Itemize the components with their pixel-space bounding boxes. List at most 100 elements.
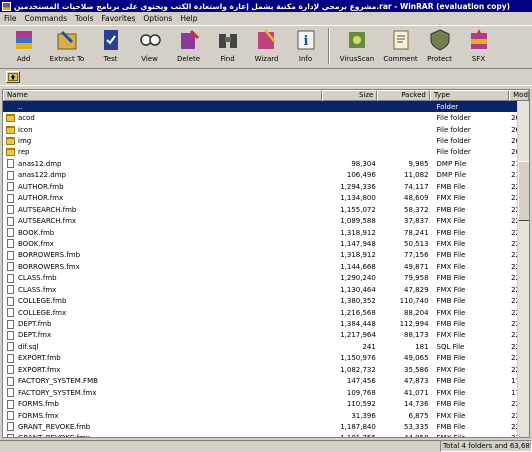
folder-row[interactable]: iconFile folder26/1 (3, 124, 529, 135)
column-header-type[interactable]: Type (429, 90, 510, 101)
file-name: EXPORT.fmb (18, 354, 61, 363)
folder-row[interactable]: acodFile folder26/1 (3, 112, 529, 123)
file-row[interactable]: BORROWERS.fmx1,144,66849,871FMX File22/0 (3, 261, 529, 272)
file-packed-size: 14,736 (404, 400, 429, 409)
file-name-cell: AUTHOR.fmb (3, 182, 323, 192)
file-name: FORMS.fmb (18, 400, 59, 409)
parent-folder-row[interactable]: .. Folder (3, 101, 529, 113)
file-packed-size: 48,609 (404, 194, 429, 203)
file-size: 1,380,352 (340, 297, 376, 306)
file-type: FMB File (436, 297, 466, 306)
menu-item-tools[interactable]: Tools (71, 14, 97, 23)
folder-row[interactable]: repFile folder26/1 (3, 147, 529, 158)
file-packed-size: 74,117 (404, 182, 429, 191)
info-icon: i (294, 28, 318, 52)
menu-item-commands[interactable]: Commands (21, 14, 71, 23)
file-row[interactable]: COLLEGE.fmb1,380,352110,740FMB File22/0 (3, 295, 529, 306)
file-packed-size: 79,958 (404, 274, 429, 283)
file-type: FMX File (436, 388, 466, 397)
file-row[interactable]: AUTSEARCH.fmb1,155,07258,372FMB File22/0 (3, 204, 529, 215)
file-size: 1,294,336 (340, 182, 376, 191)
file-size: 98,304 (351, 159, 376, 168)
folder-icon (6, 148, 15, 157)
extract-to-button[interactable]: Extract To (43, 26, 91, 66)
find-button[interactable]: Find (208, 26, 247, 66)
file-row[interactable]: FORMS.fmx31,3966,875FMX File22/0 (3, 410, 529, 421)
file-row[interactable]: AUTHOR.fmx1,134,80048,609FMX File22/0 (3, 193, 529, 204)
file-name: BOOK.fmx (18, 239, 54, 248)
file-row[interactable]: FACTORY_SYSTEM.fmx109,76841,071FMX File1… (3, 387, 529, 398)
file-name: AUTHOR.fmx (18, 194, 64, 203)
file-row[interactable]: dif.sql241181SQL File22/0 (3, 341, 529, 352)
file-name-cell: acod (3, 114, 323, 123)
file-packed-size: 50,513 (404, 239, 429, 248)
file-row[interactable]: BOOK.fmb1,318,91278,241FMB File22/0 (3, 227, 529, 238)
file-icon (7, 216, 14, 226)
up-one-level-button[interactable] (6, 71, 20, 83)
file-row[interactable]: DEPT.fmx1,217,96488,173FMX File22/0 (3, 330, 529, 341)
file-name: DEPT.fmb (18, 320, 52, 329)
file-packed-size: 35,586 (404, 365, 429, 374)
wizard-button[interactable]: Wizard (247, 26, 286, 66)
protect-button[interactable]: Protect (420, 26, 459, 66)
file-row[interactable]: AUTHOR.fmb1,294,33674,117FMB File22/0 (3, 181, 529, 192)
toolbar-separator (328, 28, 330, 64)
info-button[interactable]: i Info (286, 26, 325, 66)
column-header-name[interactable]: Name (3, 90, 322, 101)
column-header-size[interactable]: Size (321, 90, 378, 101)
file-row[interactable]: FACTORY_SYSTEM.FMB147,45647,873FMB File1… (3, 376, 529, 387)
file-row[interactable]: AUTSEARCH.fmx1,089,58837,837FMX File22/0 (3, 215, 529, 226)
file-row[interactable]: CLASS.fmb1,290,24079,958FMB File22/0 (3, 273, 529, 284)
file-icon (7, 205, 14, 215)
file-packed-size: 110,740 (399, 297, 429, 306)
file-icon (7, 273, 14, 283)
menu-item-file[interactable]: File (0, 14, 21, 23)
file-name: AUTSEARCH.fmb (18, 205, 77, 214)
menu-item-favorites[interactable]: Favorites (98, 14, 140, 23)
file-row[interactable]: GRANT_REVOKE.fmb1,187,84053,335FMB File2… (3, 421, 529, 432)
scrollbar-thumb[interactable] (518, 161, 529, 221)
file-row[interactable]: FORMS.fmb110,59214,736FMB File22/0 (3, 398, 529, 409)
file-icon (7, 193, 14, 203)
comment-button[interactable]: Comment (381, 26, 420, 66)
vertical-scrollbar[interactable] (517, 101, 529, 437)
protect-icon (428, 28, 452, 52)
virus-scan-icon (345, 28, 369, 52)
column-header-packed[interactable]: Packed (377, 90, 430, 101)
extract-to-icon (55, 28, 79, 52)
file-row[interactable]: BOOK.fmx1,147,94850,513FMX File22/0 (3, 238, 529, 249)
sfx-button[interactable]: SFX (459, 26, 498, 66)
file-icon (7, 228, 14, 238)
file-packed-size: 49,871 (404, 262, 429, 271)
file-row[interactable]: CLASS.fmx1,130,46447,829FMX File22/0 (3, 284, 529, 295)
column-header-modified[interactable]: Modi (509, 90, 529, 101)
file-icon (7, 365, 14, 375)
view-button[interactable]: View (130, 26, 169, 66)
file-name-cell: FORMS.fmx (3, 411, 323, 421)
file-row[interactable]: anas12.dmp98,3049,985DMP File21/0 (3, 158, 529, 169)
file-type: File folder (436, 137, 471, 146)
add-button[interactable]: Add (4, 26, 43, 66)
toolbar-label: SFX (471, 55, 486, 63)
file-row[interactable]: anas122.dmp106,49611,082DMP File21/0 (3, 170, 529, 181)
virusscan-button[interactable]: VirusScan (333, 26, 381, 66)
folder-row[interactable]: imgFile folder26/1 (3, 135, 529, 146)
file-row[interactable]: EXPORT.fmb1,150,97649,065FMB File22/0 (3, 353, 529, 364)
file-row[interactable]: DEPT.fmb1,384,448112,994FMB File22/0 (3, 318, 529, 329)
test-button[interactable]: Test (91, 26, 130, 66)
delete-button[interactable]: Delete (169, 26, 208, 66)
file-name: DEPT.fmx (18, 331, 52, 340)
file-type: File folder (436, 125, 471, 134)
file-name-cell: BORROWERS.fmx (3, 262, 323, 272)
file-packed-size: 9,985 (408, 159, 429, 168)
menu-item-options[interactable]: Options (139, 14, 176, 23)
file-row[interactable]: GRANT_REVOKE.fmx1,101,75644,958FMX File2… (3, 433, 529, 437)
file-row[interactable]: EXPORT.fmx1,082,73235,586FMX File22/0 (3, 364, 529, 375)
file-name: BORROWERS.fmx (18, 262, 80, 271)
file-packed-size: 58,372 (404, 205, 429, 214)
file-row[interactable]: COLLEGE.fmx1,216,56888,204FMX File22/0 (3, 307, 529, 318)
status-total: Total 4 folders and 63,685, (440, 440, 532, 452)
file-packed-size: 77,156 (404, 251, 429, 260)
menu-item-help[interactable]: Help (176, 14, 201, 23)
file-row[interactable]: BORROWERS.fmb1,318,91277,156FMB File22/0 (3, 250, 529, 261)
